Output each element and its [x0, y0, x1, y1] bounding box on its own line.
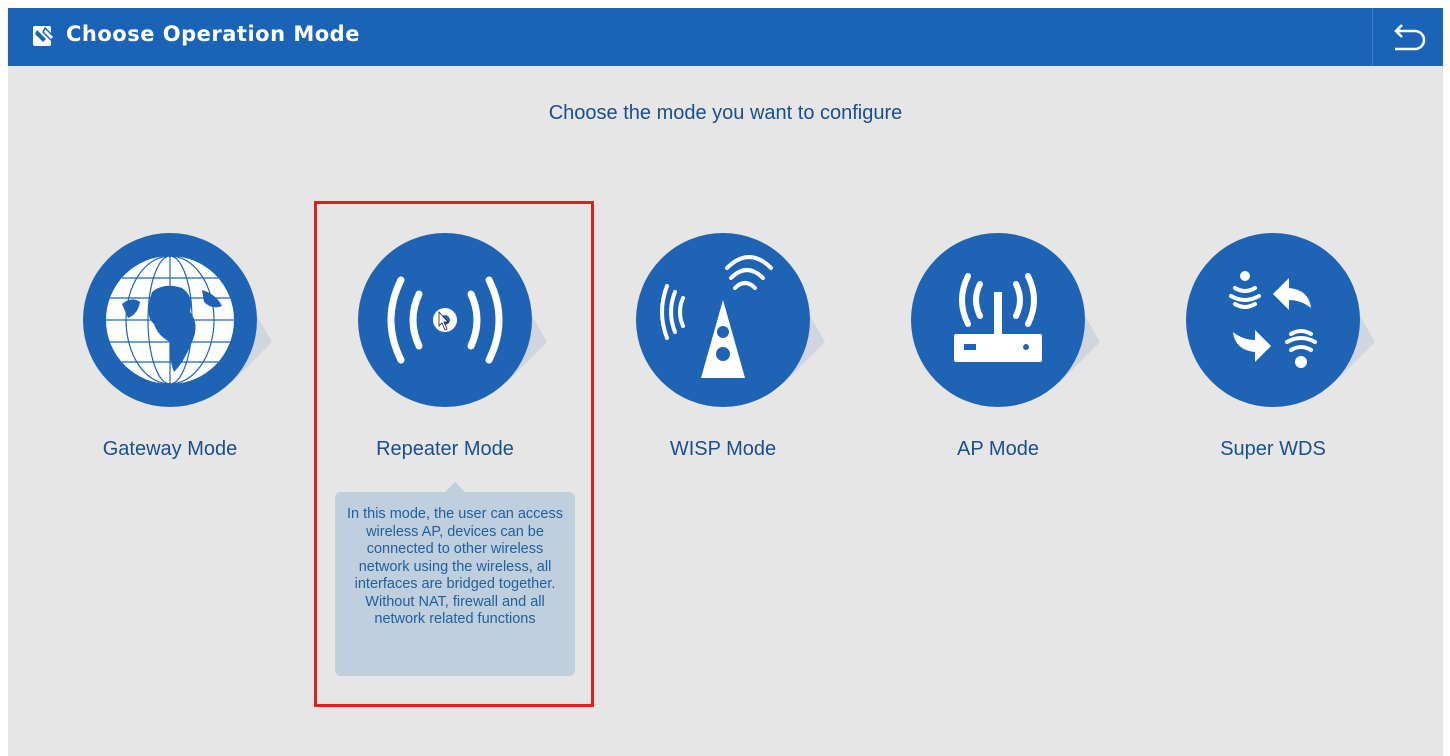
wisp-mode-label: WISP Mode [669, 438, 777, 460]
router-icon [911, 233, 1100, 407]
title-bar: Choose Operation Mode [8, 8, 1443, 66]
wireless-signal-icon [358, 233, 547, 407]
app-frame: Choose Operation Mode Choose the mode yo… [8, 8, 1443, 756]
gateway-mode-label: Gateway Mode [102, 438, 238, 460]
page-subtitle: Choose the mode you want to configure [548, 102, 903, 124]
ap-mode-label: AP Mode [957, 438, 1039, 460]
super-wds-label: Super WDS [1220, 438, 1326, 460]
globe-icon [83, 233, 272, 407]
router-setup-icon [33, 26, 56, 46]
super-wds-option[interactable]: Super WDS [1143, 232, 1403, 461]
repeater-mode-option[interactable]: Repeater Mode [315, 232, 575, 461]
back-arrow-icon [1394, 24, 1426, 51]
page-title: Choose Operation Mode [66, 22, 360, 46]
wds-exchange-icon [1186, 233, 1375, 407]
ap-mode-option[interactable]: AP Mode [868, 232, 1128, 461]
tower-icon [636, 233, 825, 407]
back-button[interactable] [1372, 8, 1443, 66]
gateway-mode-option[interactable]: Gateway Mode [40, 232, 300, 461]
repeater-mode-tooltip: In this mode, the user can access wirele… [335, 482, 575, 676]
wisp-mode-option[interactable]: WISP Mode [593, 232, 853, 461]
repeater-mode-label: Repeater Mode [376, 438, 514, 460]
